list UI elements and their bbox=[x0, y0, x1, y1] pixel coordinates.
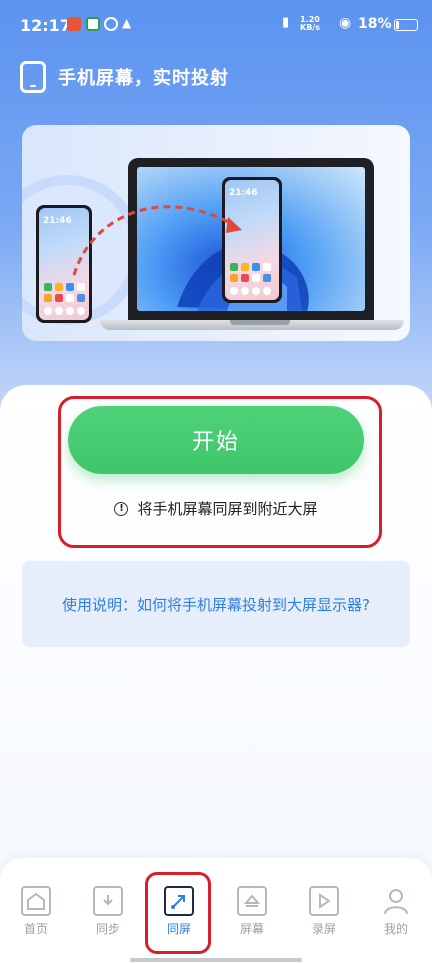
app-tile bbox=[44, 294, 52, 302]
usage-guide-link[interactable]: 使用说明：如何将手机屏幕投射到大屏显示器? bbox=[22, 561, 410, 647]
cast-arrow-illustration bbox=[72, 205, 242, 276]
network-speed: 1.20 KB/s bbox=[300, 16, 320, 32]
app-tile bbox=[66, 294, 74, 302]
eject-icon bbox=[237, 886, 267, 916]
laptop-notch bbox=[230, 320, 290, 325]
dock-icon bbox=[66, 307, 74, 315]
dock-icon bbox=[44, 307, 52, 315]
status-time: 12:17 bbox=[20, 16, 71, 35]
tab-screen[interactable]: 屏幕 bbox=[228, 886, 276, 937]
bell-icon: ▲ bbox=[122, 16, 132, 30]
page-title: 手机屏幕，实时投射 bbox=[58, 68, 229, 89]
app-tile bbox=[55, 283, 63, 291]
tab-sync-label: 同步 bbox=[95, 922, 120, 936]
user-icon bbox=[381, 886, 411, 916]
dock-icon bbox=[263, 287, 271, 295]
page-header: 手机屏幕，实时投射 bbox=[20, 60, 229, 94]
tab-home-label: 首页 bbox=[23, 922, 48, 936]
dock-icon bbox=[77, 307, 85, 315]
app-tile bbox=[55, 294, 63, 302]
dock-icon bbox=[230, 287, 238, 295]
notification-app-icon bbox=[104, 17, 118, 31]
phone-dock bbox=[230, 287, 271, 295]
battery-fill bbox=[396, 21, 399, 29]
battery-icon bbox=[394, 19, 418, 31]
phone-icon bbox=[20, 61, 46, 93]
battery-percent: 18% bbox=[358, 16, 392, 32]
tab-record[interactable]: 录屏 bbox=[300, 886, 348, 937]
tab-profile-label: 我的 bbox=[383, 922, 408, 936]
usage-guide-text: 使用说明：如何将手机屏幕投射到大屏显示器? bbox=[62, 595, 370, 614]
app-tile bbox=[44, 283, 52, 291]
wifi-icon: ◉ bbox=[339, 15, 352, 31]
phone-time: 21:46 bbox=[43, 216, 72, 226]
dock-icon bbox=[241, 287, 249, 295]
app-tile bbox=[252, 263, 260, 271]
status-bar: 12:17 ▲ ▮ 1.20 KB/s ◉ 18% bbox=[0, 0, 432, 48]
play-icon bbox=[309, 886, 339, 916]
tab-sync[interactable]: 同步 bbox=[84, 886, 132, 937]
tab-home[interactable]: 首页 bbox=[12, 886, 60, 937]
folder-download-icon bbox=[93, 886, 123, 916]
app-tile bbox=[263, 263, 271, 271]
dock-icon bbox=[55, 307, 63, 315]
highlight-box bbox=[145, 872, 211, 954]
notification-app-icon bbox=[86, 17, 100, 31]
notification-app-icon bbox=[67, 17, 81, 31]
tab-record-label: 录屏 bbox=[311, 922, 336, 936]
home-indicator[interactable] bbox=[130, 958, 302, 962]
app-tile bbox=[252, 274, 260, 282]
home-icon bbox=[21, 886, 51, 916]
app-tile bbox=[263, 274, 271, 282]
app-tile bbox=[77, 294, 85, 302]
tab-screen-label: 屏幕 bbox=[239, 922, 264, 936]
dock-icon bbox=[252, 287, 260, 295]
highlight-box bbox=[58, 396, 382, 548]
vibrate-icon: ▮ bbox=[282, 15, 290, 30]
bottom-nav bbox=[0, 858, 432, 964]
tab-profile[interactable]: 我的 bbox=[372, 886, 420, 937]
app-grid bbox=[44, 283, 85, 302]
network-speed-unit: KB/s bbox=[300, 23, 320, 32]
banner-illustration: 21:46 21:46 bbox=[22, 125, 410, 341]
phone-dock bbox=[44, 307, 85, 315]
